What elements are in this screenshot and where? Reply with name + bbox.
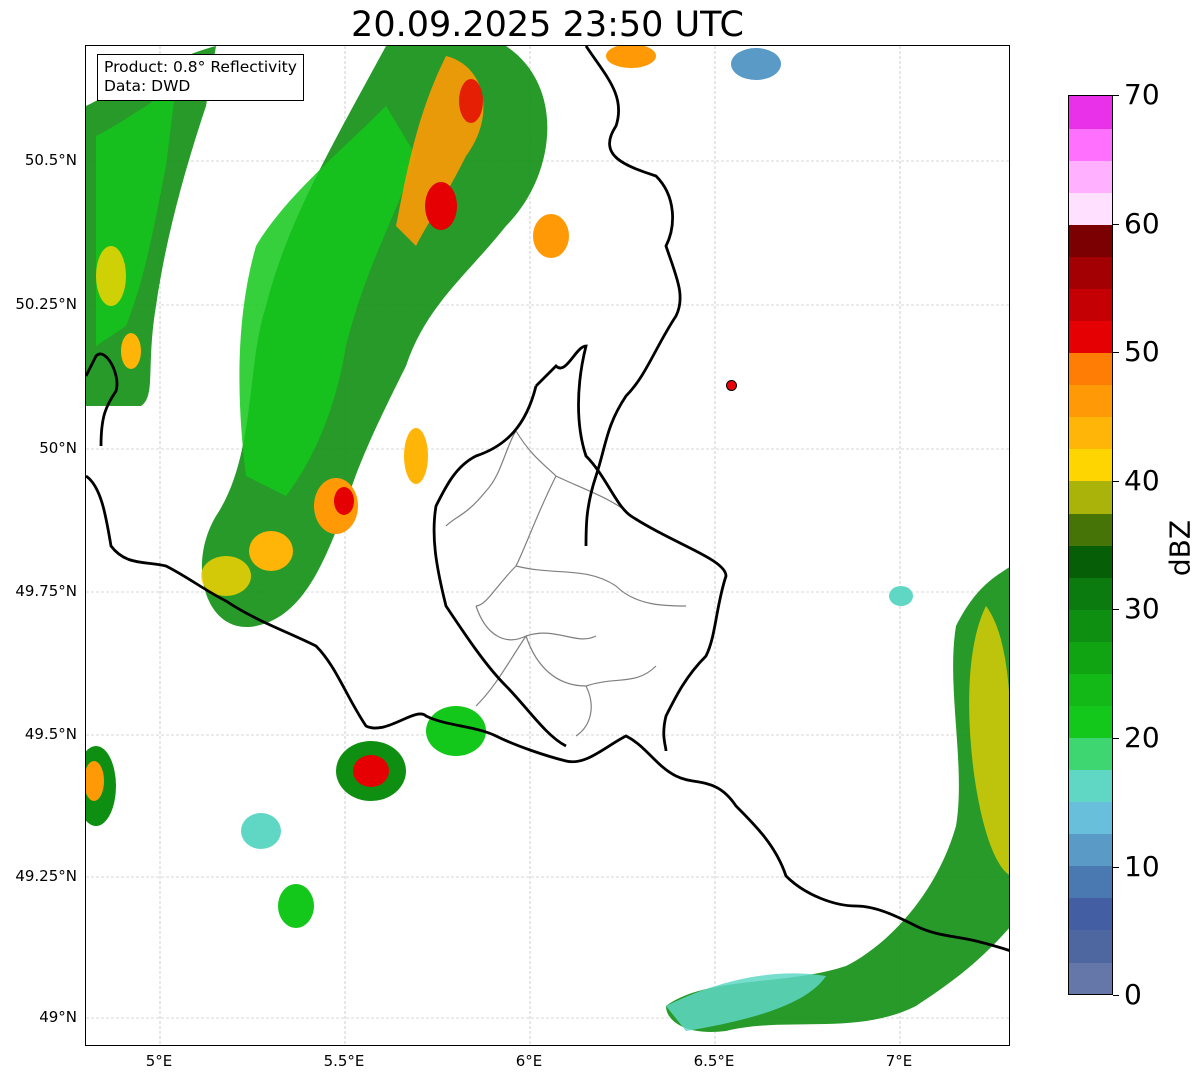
lat-tick: 49.75°N — [15, 582, 77, 600]
colorbar-segment — [1069, 641, 1112, 674]
colorbar-segment — [1069, 160, 1112, 193]
colorbar-segment — [1069, 737, 1112, 771]
lon-tick: 7°E — [885, 1052, 913, 1070]
colorbar-segment — [1069, 96, 1112, 129]
colorbar-segment — [1069, 577, 1112, 610]
colorbar-segment — [1069, 897, 1112, 931]
colorbar-segment — [1069, 705, 1112, 738]
colorbar-tickmark — [1113, 224, 1119, 225]
map-title: 20.09.2025 23:50 UTC — [351, 5, 744, 45]
lat-tick: 49.5°N — [24, 725, 77, 743]
radar-site-marker[interactable] — [726, 380, 737, 391]
colorbar-segment — [1069, 352, 1112, 386]
colorbar-tick: 50 — [1124, 335, 1160, 368]
region-borders — [445, 430, 687, 737]
colorbar-tick: 70 — [1124, 78, 1160, 111]
lat-tick: 49°N — [39, 1008, 77, 1026]
colorbar-tick: 60 — [1124, 207, 1160, 240]
colorbar-tick: 40 — [1124, 464, 1160, 497]
colorbar-segment — [1069, 416, 1112, 450]
product-label: Product: 0.8° Reflectivity — [104, 58, 297, 76]
colorbar-tickmark — [1113, 481, 1119, 482]
colorbar-tickmark — [1113, 609, 1119, 610]
lat-tick: 50.5°N — [24, 151, 77, 169]
colorbar-tickmark — [1113, 867, 1119, 868]
colorbar-segment — [1069, 256, 1112, 289]
colorbar-segment — [1069, 609, 1112, 642]
colorbar-segment — [1069, 384, 1112, 418]
colorbar-segment — [1069, 448, 1112, 482]
product-info-box: Product: 0.8° Reflectivity Data: DWD — [97, 54, 304, 101]
radar-map[interactable] — [85, 45, 1010, 1046]
colorbar-tick: 0 — [1124, 978, 1142, 1011]
colorbar-segment — [1069, 801, 1112, 835]
data-source-label: Data: DWD — [104, 77, 191, 95]
colorbar-tickmark — [1113, 738, 1119, 739]
lon-tick: 6.5°E — [693, 1052, 735, 1070]
colorbar-segment — [1069, 224, 1112, 257]
colorbar-label: dBZ — [1163, 519, 1197, 577]
colorbar-segment — [1069, 288, 1112, 322]
colorbar-segment — [1069, 192, 1112, 225]
colorbar-tick: 30 — [1124, 592, 1160, 625]
colorbar-segment — [1069, 865, 1112, 899]
colorbar-tick: 10 — [1124, 850, 1160, 883]
colorbar-segment — [1069, 961, 1112, 994]
lat-tick: 50°N — [39, 439, 77, 457]
country-borders — [86, 46, 1009, 952]
lon-tick: 6°E — [515, 1052, 543, 1070]
lat-tick: 50.25°N — [15, 295, 77, 313]
colorbar-segment — [1069, 833, 1112, 867]
precipitation-echoes — [86, 46, 1009, 1032]
colorbar-segment — [1069, 929, 1112, 963]
dbz-colorbar — [1068, 95, 1113, 995]
colorbar-tickmark — [1113, 995, 1119, 996]
colorbar-segment — [1069, 673, 1112, 706]
lat-tick: 49.25°N — [15, 867, 77, 885]
radar-map-svg — [86, 46, 1009, 1045]
lon-tick: 5°E — [145, 1052, 173, 1070]
colorbar-segment — [1069, 480, 1112, 514]
colorbar-segment — [1069, 545, 1112, 578]
colorbar-tick: 20 — [1124, 721, 1160, 754]
colorbar-tickmark — [1113, 95, 1119, 96]
colorbar-segment — [1069, 320, 1112, 354]
colorbar-tickmark — [1113, 352, 1119, 353]
lon-tick: 5.5°E — [323, 1052, 365, 1070]
colorbar-segment — [1069, 512, 1112, 546]
colorbar-segment — [1069, 769, 1112, 803]
colorbar-segment — [1069, 128, 1112, 161]
